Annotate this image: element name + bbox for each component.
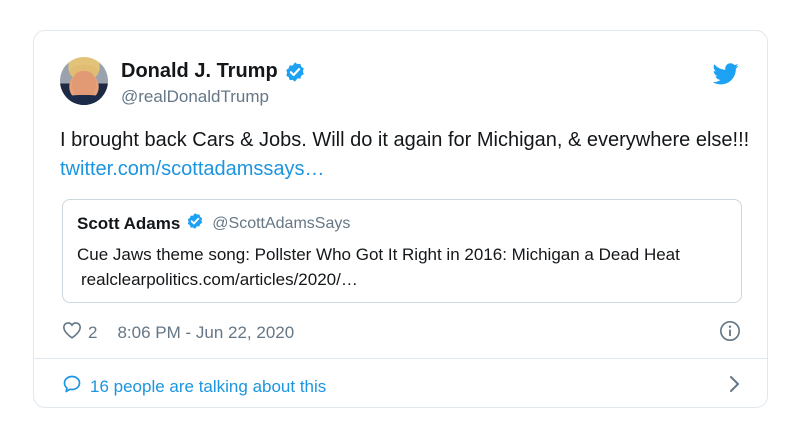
like-count[interactable]: 2 (88, 323, 97, 343)
tweet-text: I brought back Cars & Jobs. Will do it a… (60, 126, 750, 184)
timestamp[interactable]: 8:06 PM - Jun 22, 2020 (117, 323, 294, 343)
quoted-link: realclearpolitics.com/articles/2020/… (81, 270, 358, 289)
conversation-link[interactable]: 16 people are talking about this (62, 374, 741, 399)
quoted-author-row: Scott Adams @ScottAdamsSays (77, 212, 350, 235)
quoted-display-name: Scott Adams (77, 213, 181, 233)
info-icon[interactable] (719, 320, 741, 347)
twitter-bird-icon[interactable] (712, 63, 739, 90)
author-name-row: Donald J. Trump (121, 60, 306, 83)
tweet-body: I brought back Cars & Jobs. Will do it a… (60, 129, 750, 151)
heart-icon[interactable] (62, 321, 82, 344)
tweet-meta: 2 8:06 PM - Jun 22, 2020 (62, 321, 294, 344)
comment-bubble-icon (62, 374, 82, 399)
chevron-right-icon[interactable] (727, 374, 741, 399)
author-display-name[interactable]: Donald J. Trump (121, 60, 278, 83)
quoted-handle: @ScottAdamsSays (212, 214, 351, 232)
avatar[interactable] (60, 57, 108, 105)
embedded-tweet-card[interactable]: Donald J. Trump @realDonaldTrump I broug… (33, 30, 768, 408)
quoted-tweet[interactable]: Scott Adams @ScottAdamsSays Cue Jaws the… (62, 199, 742, 303)
tweet-link[interactable]: twitter.com/scottadamssays… (60, 158, 325, 180)
quoted-body: Cue Jaws theme song: Pollster Who Got It… (77, 245, 680, 264)
divider (34, 358, 767, 359)
conversation-label[interactable]: 16 people are talking about this (90, 377, 326, 397)
verified-badge-icon (186, 212, 204, 235)
verified-badge-icon (284, 61, 306, 83)
author-handle[interactable]: @realDonaldTrump (121, 87, 269, 107)
quoted-text: Cue Jaws theme song: Pollster Who Got It… (77, 242, 727, 292)
